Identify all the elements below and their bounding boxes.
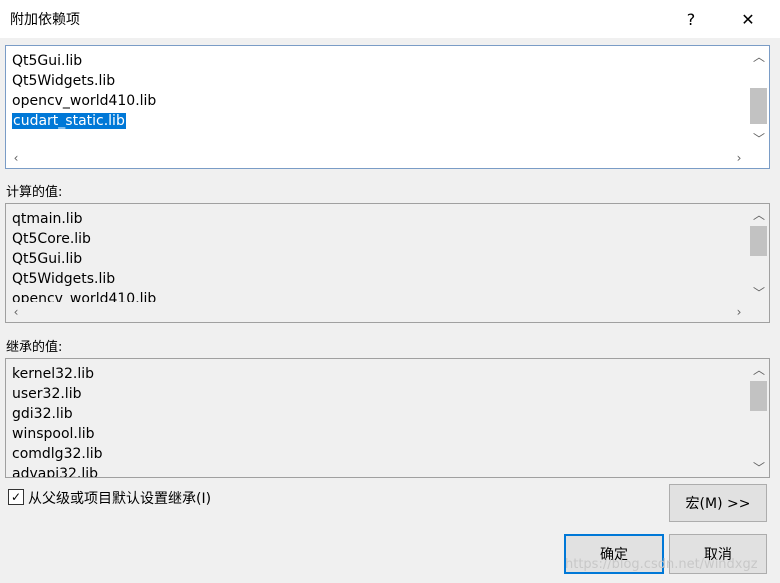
list-item[interactable]: opencv_world410.lib bbox=[12, 91, 749, 111]
dependencies-edit-box[interactable]: Qt5Gui.lib Qt5Widgets.lib opencv_world410.… bbox=[5, 45, 770, 169]
list-item: qtmain.lib bbox=[12, 209, 749, 229]
list-item: comdlg32.lib bbox=[12, 444, 749, 464]
inherited-lines: kernel32.lib user32.lib gdi32.lib winspool.… bbox=[6, 359, 749, 477]
scroll-left-icon[interactable]: ‹ bbox=[6, 148, 26, 168]
list-item: winspool.lib bbox=[12, 424, 749, 444]
computed-vertical-scrollbar[interactable]: ︿ ﹀ bbox=[749, 204, 769, 302]
list-item[interactable]: Qt5Gui.lib bbox=[12, 51, 749, 71]
list-item-text: qtmain.lib bbox=[12, 211, 83, 227]
list-item-text: kernel32.lib bbox=[12, 366, 95, 382]
list-item: Qt5Core.lib bbox=[12, 229, 749, 249]
help-button[interactable]: ? bbox=[668, 0, 714, 38]
title-bar: 附加依赖项 ? ✕ bbox=[0, 0, 780, 38]
computed-values-label: 计算的值: bbox=[6, 185, 63, 200]
list-item-text: gdi32.lib bbox=[12, 406, 73, 422]
list-item-text: comdlg32.lib bbox=[12, 446, 103, 462]
scroll-left-icon[interactable]: ‹ bbox=[6, 302, 26, 322]
list-item-text: Qt5Core.lib bbox=[12, 231, 91, 247]
scroll-down-icon[interactable]: ﹀ bbox=[749, 457, 769, 477]
edit-horizontal-scrollbar[interactable]: ‹ › bbox=[6, 148, 749, 168]
inherited-vertical-scrollbar[interactable]: ︿ ﹀ bbox=[749, 359, 769, 477]
watermark: https://blog.csdn.net/windxgz bbox=[565, 557, 758, 572]
list-item-text: advapi32.lib bbox=[12, 466, 99, 477]
scroll-up-icon[interactable]: ︿ bbox=[749, 204, 769, 224]
list-item-text: opencv_world410.lib bbox=[12, 291, 157, 302]
scroll-thumb[interactable] bbox=[750, 226, 767, 256]
list-item-text: Qt5Gui.lib bbox=[12, 251, 83, 267]
list-item-text: opencv_world410.lib bbox=[12, 93, 157, 109]
list-item: advapi32.lib bbox=[12, 464, 749, 477]
list-item[interactable]: Qt5Widgets.lib bbox=[12, 71, 749, 91]
computed-values-box[interactable]: qtmain.lib Qt5Core.lib Qt5Gui.lib Qt5Widget… bbox=[5, 203, 770, 323]
computed-lines: qtmain.lib Qt5Core.lib Qt5Gui.lib Qt5Widget… bbox=[6, 204, 749, 302]
macro-button[interactable]: 宏(M) >> bbox=[669, 484, 767, 522]
list-item-text: user32.lib bbox=[12, 386, 82, 402]
dialog-title: 附加依赖项 bbox=[10, 12, 80, 28]
scroll-up-icon[interactable]: ︿ bbox=[749, 46, 769, 66]
inherited-values-label: 继承的值: bbox=[6, 340, 63, 355]
computed-horizontal-scrollbar[interactable]: ‹ › bbox=[6, 302, 749, 322]
list-item: Qt5Gui.lib bbox=[12, 249, 749, 269]
list-item: gdi32.lib bbox=[12, 404, 749, 424]
scroll-right-icon[interactable]: › bbox=[729, 148, 749, 168]
list-item-text: Qt5Widgets.lib bbox=[12, 73, 116, 89]
list-item: opencv_world410.lib bbox=[12, 289, 749, 302]
inherit-checkbox-label[interactable]: 从父级或项目默认设置继承(I) bbox=[28, 488, 211, 508]
list-item-text: winspool.lib bbox=[12, 426, 95, 442]
close-button[interactable]: ✕ bbox=[725, 0, 771, 38]
list-item: Qt5Widgets.lib bbox=[12, 269, 749, 289]
list-item-text: Qt5Gui.lib bbox=[12, 53, 83, 69]
list-item[interactable]: cudart_static.lib bbox=[12, 111, 749, 131]
scroll-down-icon[interactable]: ﹀ bbox=[749, 282, 769, 302]
list-item-text: cudart_static.lib bbox=[12, 113, 126, 129]
scroll-right-icon[interactable]: › bbox=[729, 302, 749, 322]
inherit-checkbox[interactable]: ✓ bbox=[8, 489, 24, 505]
list-item: kernel32.lib bbox=[12, 364, 749, 384]
scroll-thumb[interactable] bbox=[750, 381, 767, 411]
scroll-thumb[interactable] bbox=[750, 88, 767, 124]
list-item-text: Qt5Widgets.lib bbox=[12, 271, 116, 287]
scroll-up-icon[interactable]: ︿ bbox=[749, 359, 769, 379]
checkmark-icon: ✓ bbox=[10, 490, 22, 504]
scroll-down-icon[interactable]: ﹀ bbox=[749, 128, 769, 148]
inherited-values-box[interactable]: kernel32.lib user32.lib gdi32.lib winspool.… bbox=[5, 358, 770, 478]
edit-vertical-scrollbar[interactable]: ︿ ﹀ bbox=[749, 46, 769, 148]
list-item: user32.lib bbox=[12, 384, 749, 404]
edit-lines: Qt5Gui.lib Qt5Widgets.lib opencv_world410.… bbox=[6, 46, 749, 148]
